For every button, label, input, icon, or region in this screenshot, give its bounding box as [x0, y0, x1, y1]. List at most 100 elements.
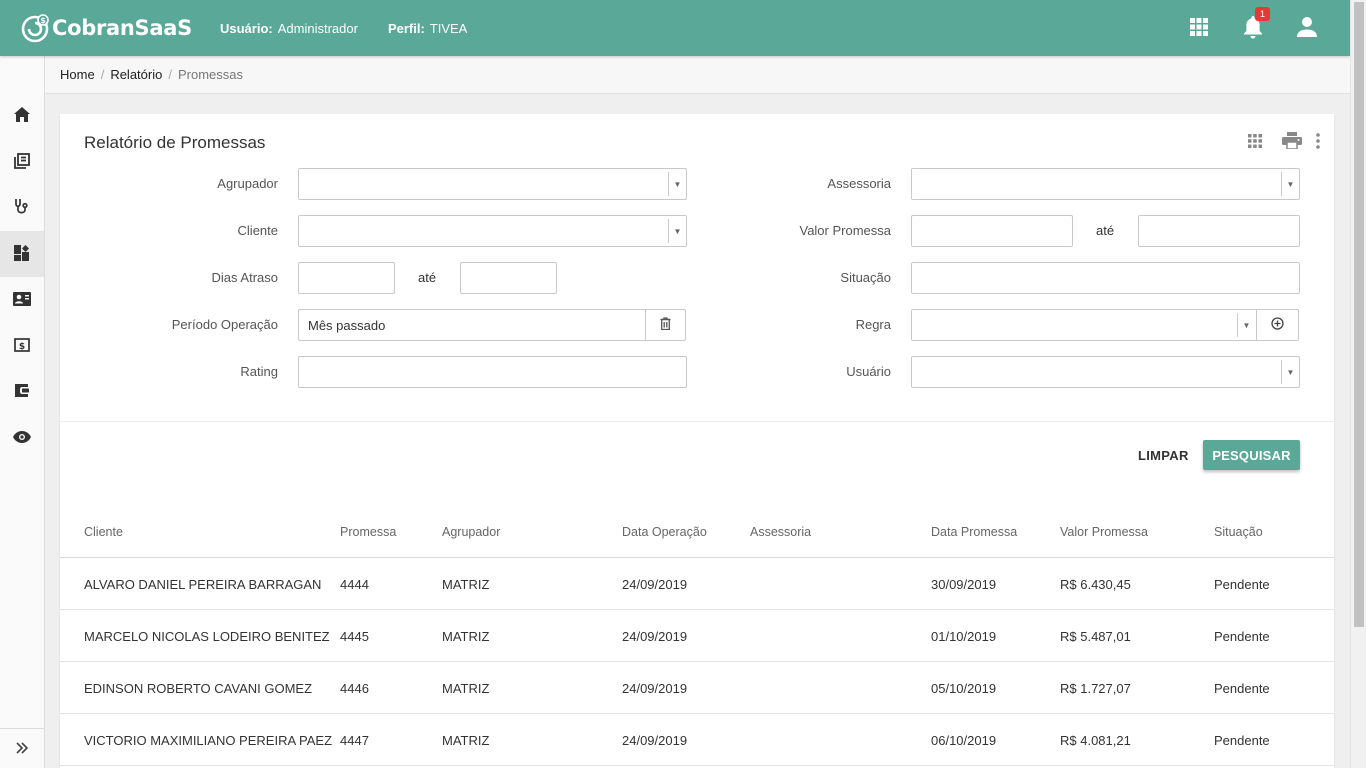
grid-icon[interactable] — [1248, 133, 1262, 151]
valor-promessa-ate-label: até — [1096, 223, 1115, 238]
cell-valor-promessa: R$ 4.081,21 — [1060, 732, 1131, 748]
chevron-down-icon: ▼ — [1281, 172, 1299, 196]
cell-data-promessa: 30/09/2019 — [931, 576, 997, 592]
column-header-data-promessa[interactable]: Data Promessa — [931, 506, 1017, 558]
periodo-operacao-input[interactable]: Mês passado — [298, 309, 686, 341]
page-title: Relatório de Promessas — [84, 133, 266, 152]
report-card: Relatório de Promessas Agrupador ▼ Clien… — [60, 114, 1334, 768]
chevron-down-icon: ▼ — [1281, 360, 1299, 384]
top-bar: $ CobranSaaS Usuário: Administrador Perf… — [0, 0, 1350, 56]
sidebar-item-library[interactable] — [0, 139, 44, 185]
situacao-input[interactable] — [911, 262, 1300, 294]
cell-data-operacao: 24/09/2019 — [622, 576, 688, 592]
cell-data-promessa: 05/10/2019 — [931, 680, 997, 696]
cell-promessa: 4444 — [340, 576, 369, 592]
cell-data-operacao: 24/09/2019 — [622, 628, 688, 644]
column-header-data-operacao[interactable]: Data Operação — [622, 506, 707, 558]
table-row[interactable]: ALVARO DANIEL PEREIRA BARRAGAN 4444 MATR… — [60, 558, 1334, 610]
clear-period-button[interactable] — [645, 310, 685, 340]
logo-icon: $ — [20, 13, 50, 43]
assessoria-select[interactable]: ▼ — [911, 168, 1300, 200]
svg-text:$: $ — [40, 16, 46, 25]
cell-valor-promessa: R$ 1.727,07 — [1060, 680, 1131, 696]
contact-card-icon — [13, 291, 31, 309]
notification-badge: 1 — [1255, 7, 1270, 21]
column-header-situacao[interactable]: Situação — [1214, 506, 1263, 558]
regra-add-button[interactable] — [1256, 310, 1298, 340]
top-actions: 1 — [1172, 0, 1350, 56]
cell-agrupador: MATRIZ — [442, 576, 490, 592]
valor-promessa-from-input[interactable] — [911, 215, 1073, 247]
sidebar-item-dashboard[interactable] — [0, 231, 44, 277]
apps-grid-icon — [1189, 17, 1209, 40]
money-icon: $ — [14, 337, 30, 355]
user-label: Usuário: — [220, 20, 273, 36]
breadcrumb-current: Promessas — [177, 67, 243, 82]
breadcrumb-relatorio[interactable]: Relatório — [110, 67, 162, 82]
valor-promessa-label: Valor Promessa — [799, 223, 891, 238]
breadcrumb-home[interactable]: Home — [60, 67, 95, 82]
sidebar-item-billing[interactable]: $ — [0, 323, 44, 369]
cell-agrupador: MATRIZ — [442, 732, 490, 748]
sidebar-item-monitor[interactable] — [0, 415, 44, 461]
usuario-select[interactable]: ▼ — [911, 356, 1300, 388]
column-header-assessoria[interactable]: Assessoria — [750, 506, 811, 558]
eye-icon — [13, 430, 31, 446]
cell-promessa: 4445 — [340, 628, 369, 644]
user-menu-button[interactable] — [1280, 0, 1334, 56]
chevron-down-icon: ▼ — [668, 219, 686, 243]
breadcrumb-separator: / — [168, 67, 172, 82]
dias-atraso-to-input[interactable] — [460, 262, 557, 294]
sidebar-item-wallet[interactable] — [0, 369, 44, 415]
cliente-select[interactable]: ▼ — [298, 215, 687, 247]
column-header-valor-promessa[interactable]: Valor Promessa — [1060, 506, 1148, 558]
rating-input[interactable] — [298, 356, 687, 388]
apps-button[interactable] — [1172, 0, 1226, 56]
column-header-cliente[interactable]: Cliente — [84, 506, 123, 558]
sidebar-item-home[interactable] — [0, 93, 44, 139]
sidebar-item-health[interactable] — [0, 185, 44, 231]
cell-cliente: EDINSON ROBERTO CAVANI GOMEZ — [84, 680, 313, 696]
cell-valor-promessa: R$ 6.430,45 — [1060, 576, 1131, 592]
cell-data-operacao: 24/09/2019 — [622, 732, 688, 748]
cell-data-promessa: 01/10/2019 — [931, 628, 997, 644]
sidebar-toggle-button[interactable] — [0, 728, 44, 768]
cell-promessa: 4446 — [340, 680, 369, 696]
table-row[interactable]: VICTORIO MAXIMILIANO PEREIRA PAEZ 4447 M… — [60, 714, 1334, 766]
table-row[interactable]: MARCELO NICOLAS LODEIRO BENITEZ 4445 MAT… — [60, 610, 1334, 662]
regra-label: Regra — [855, 317, 891, 332]
table-row[interactable]: EDINSON ROBERTO CAVANI GOMEZ 4446 MATRIZ… — [60, 662, 1334, 714]
search-button[interactable]: PESQUISAR — [1203, 440, 1300, 470]
add-circle-icon — [1271, 317, 1284, 333]
user-value: Administrador — [277, 20, 358, 36]
divider — [60, 421, 1334, 422]
brand-logo[interactable]: $ CobranSaaS — [20, 13, 220, 43]
clear-button[interactable]: LIMPAR — [1128, 440, 1199, 470]
agrupador-select[interactable]: ▼ — [298, 168, 687, 200]
breadcrumb-separator: / — [100, 67, 105, 82]
session-info: Usuário: Administrador Perfil: TIVEA — [220, 21, 497, 36]
regra-select[interactable]: ▼ — [911, 309, 1299, 341]
page-scrollbar[interactable] — [1350, 0, 1366, 768]
notifications-button[interactable]: 1 — [1226, 0, 1280, 56]
more-vert-icon[interactable] — [1316, 132, 1320, 152]
sidebar-item-contacts[interactable] — [0, 277, 44, 323]
svg-text:$: $ — [19, 342, 25, 352]
column-header-promessa[interactable]: Promessa — [340, 506, 396, 558]
cell-data-operacao: 24/09/2019 — [622, 680, 688, 696]
situacao-label: Situação — [840, 270, 891, 285]
cell-situacao: Pendente — [1214, 732, 1270, 748]
cell-situacao: Pendente — [1214, 628, 1270, 644]
card-tools — [1248, 132, 1320, 152]
cell-situacao: Pendente — [1214, 680, 1270, 696]
cell-cliente: ALVARO DANIEL PEREIRA BARRAGAN — [84, 576, 322, 592]
cliente-label: Cliente — [237, 223, 278, 238]
print-icon[interactable] — [1282, 132, 1302, 152]
scrollbar-thumb[interactable] — [1354, 2, 1364, 627]
dias-atraso-from-input[interactable] — [298, 262, 395, 294]
assessoria-label: Assessoria — [827, 176, 891, 191]
column-header-agrupador[interactable]: Agrupador — [442, 506, 500, 558]
valor-promessa-to-input[interactable] — [1138, 215, 1300, 247]
periodo-operacao-label: Período Operação — [171, 317, 278, 332]
trash-icon — [660, 317, 671, 333]
